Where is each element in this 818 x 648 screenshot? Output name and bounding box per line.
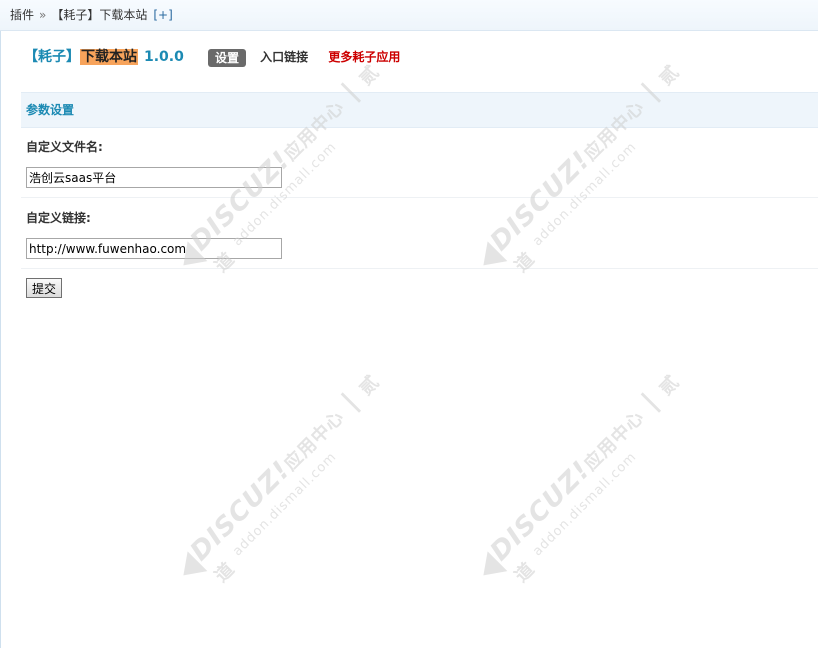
filename-input[interactable] [26,167,282,188]
watermark-logo: DISCUZ!应用中心 | 贰道 [484,371,684,587]
watermark-logo: DISCUZ!应用中心 | 贰道 [184,371,384,587]
plugin-title-prefix: 【耗子】 [24,49,80,65]
section-title: 参数设置 [26,103,75,117]
section-header: 参数设置 [21,92,818,128]
watermark-arrow-icon [473,241,508,276]
plugin-version: 1.0.0 [144,49,184,65]
link-input[interactable] [26,238,282,259]
breadcrumb-current: 【耗子】下载本站 [51,8,148,22]
watermark: DISCUZ!应用中心 | 贰道 addon.dismall.com [473,45,725,285]
left-border [0,0,1,648]
breadcrumb-root-link[interactable]: 插件 [10,8,34,22]
watermark-url: addon.dismall.com [530,449,640,560]
plugin-title: 【耗子】下载本站 [24,49,138,65]
tab-entry-link[interactable]: 入口链接 [260,50,308,64]
watermark-url: addon.dismall.com [230,449,340,560]
more-apps-link[interactable]: 更多耗子应用 [328,50,400,64]
plugin-title-highlight: 下载本站 [80,49,138,65]
watermark-url: addon.dismall.com [530,139,640,250]
row-divider [21,197,818,198]
link-label: 自定义链接: [26,211,91,225]
watermark-arrow-icon [173,551,208,586]
watermark-logo: DISCUZ!应用中心 | 贰道 [484,61,684,277]
plugin-header: 【耗子】下载本站 1.0.0 设置 入口链接 更多耗子应用 [24,44,400,70]
submit-button[interactable]: 提交 [26,278,62,298]
row-divider [21,268,818,269]
watermark: DISCUZ!应用中心 | 贰道 addon.dismall.com [473,355,725,595]
breadcrumb-bar: 插件 » 【耗子】下载本站 [+] [0,0,818,31]
tab-settings[interactable]: 设置 [208,48,247,67]
filename-label: 自定义文件名: [26,140,103,154]
breadcrumb: 插件 » 【耗子】下载本站 [+] [10,0,173,30]
watermark-arrow-icon [473,551,508,586]
watermark-url: addon.dismall.com [230,139,340,250]
add-shortcut-link[interactable]: [+] [153,8,172,22]
breadcrumb-separator: » [39,8,47,22]
watermark: DISCUZ!应用中心 | 贰道 addon.dismall.com [173,355,425,595]
